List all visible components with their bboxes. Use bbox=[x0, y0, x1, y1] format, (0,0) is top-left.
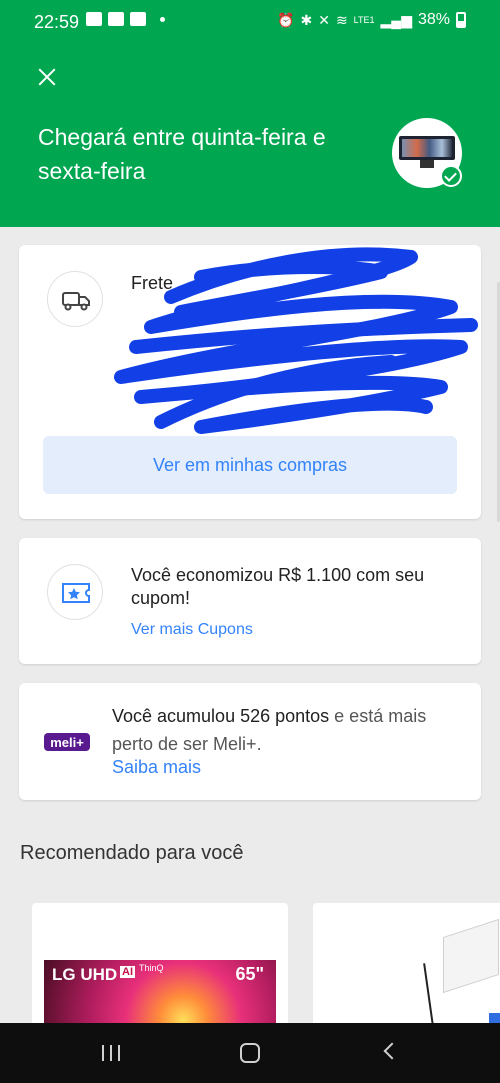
wifi-icon: ≋ bbox=[335, 12, 348, 28]
system-icons: ⏰ ✱ ✕ ≋ LTE1 ▂▄▆ 38% bbox=[277, 11, 466, 29]
tv-brand-label: LG UHD bbox=[52, 965, 118, 984]
signal-icon: ▂▄▆ bbox=[380, 12, 412, 28]
redaction-scribble bbox=[114, 247, 478, 434]
chat-icon bbox=[108, 12, 124, 26]
mute-icon: ✕ bbox=[318, 12, 330, 28]
alarm-icon: ⏰ bbox=[277, 12, 295, 28]
learn-more-link[interactable]: Saiba mais bbox=[112, 757, 201, 778]
recommendations-title: Recomendado para você bbox=[20, 842, 244, 864]
tv-size-label: 65" bbox=[235, 964, 264, 984]
more-coupons-link[interactable]: Ver mais Cupons bbox=[131, 621, 253, 639]
coupon-card: Você economizou R$ 1.100 com seu cupom! … bbox=[19, 538, 481, 664]
points-message-strong: Você acumulou 526 pontos bbox=[112, 706, 330, 726]
battery-percent: 38% bbox=[417, 11, 450, 28]
notification-icons bbox=[86, 12, 165, 26]
coupon-icon bbox=[47, 564, 103, 620]
truck-icon bbox=[47, 271, 103, 327]
status-time: 22:59 bbox=[34, 12, 80, 32]
points-card: meli+ Você acumulou 526 pontos e está ma… bbox=[19, 683, 481, 800]
more-dot-icon bbox=[160, 16, 165, 22]
recommendation-card[interactable]: LG UHD AI ThinQ 65" bbox=[32, 903, 288, 1043]
tv-thinq-label: ThinQ bbox=[139, 963, 164, 973]
softbox-product-image bbox=[443, 918, 499, 994]
delivery-title: Chegará entre quinta-feira e sexta-feira bbox=[38, 124, 326, 184]
monitor-image bbox=[399, 136, 455, 160]
recommendation-card[interactable] bbox=[313, 903, 500, 1043]
back-button[interactable] bbox=[383, 1042, 401, 1060]
status-bar: 22:59 ⏰ ✱ ✕ ≋ LTE1 ▂▄▆ 38% bbox=[0, 0, 500, 44]
network-label: LTE1 bbox=[353, 15, 375, 25]
battery-icon bbox=[456, 12, 466, 28]
view-purchases-button[interactable]: Ver em minhas compras bbox=[43, 436, 457, 494]
home-button[interactable] bbox=[240, 1043, 260, 1063]
bluetooth-icon: ✱ bbox=[300, 12, 313, 28]
coupon-message: Você economizou R$ 1.100 com seu cupom! bbox=[131, 565, 425, 608]
check-icon bbox=[440, 165, 462, 187]
meli-plus-badge: meli+ bbox=[44, 733, 90, 751]
header: 22:59 ⏰ ✱ ✕ ≋ LTE1 ▂▄▆ 38% Chegará entre… bbox=[0, 0, 500, 227]
navigation-bar bbox=[0, 1023, 500, 1083]
shipping-title: Frete bbox=[131, 273, 174, 293]
recents-button[interactable] bbox=[100, 1045, 122, 1061]
tv-ai-badge: AI bbox=[120, 966, 135, 978]
image-icon bbox=[130, 12, 146, 26]
close-button[interactable] bbox=[34, 64, 60, 90]
points-message: Você acumulou 526 pontos e está mais per… bbox=[112, 702, 457, 758]
message-icon bbox=[86, 12, 102, 26]
shipping-card: Frete Ver em minhas compras bbox=[19, 245, 481, 519]
